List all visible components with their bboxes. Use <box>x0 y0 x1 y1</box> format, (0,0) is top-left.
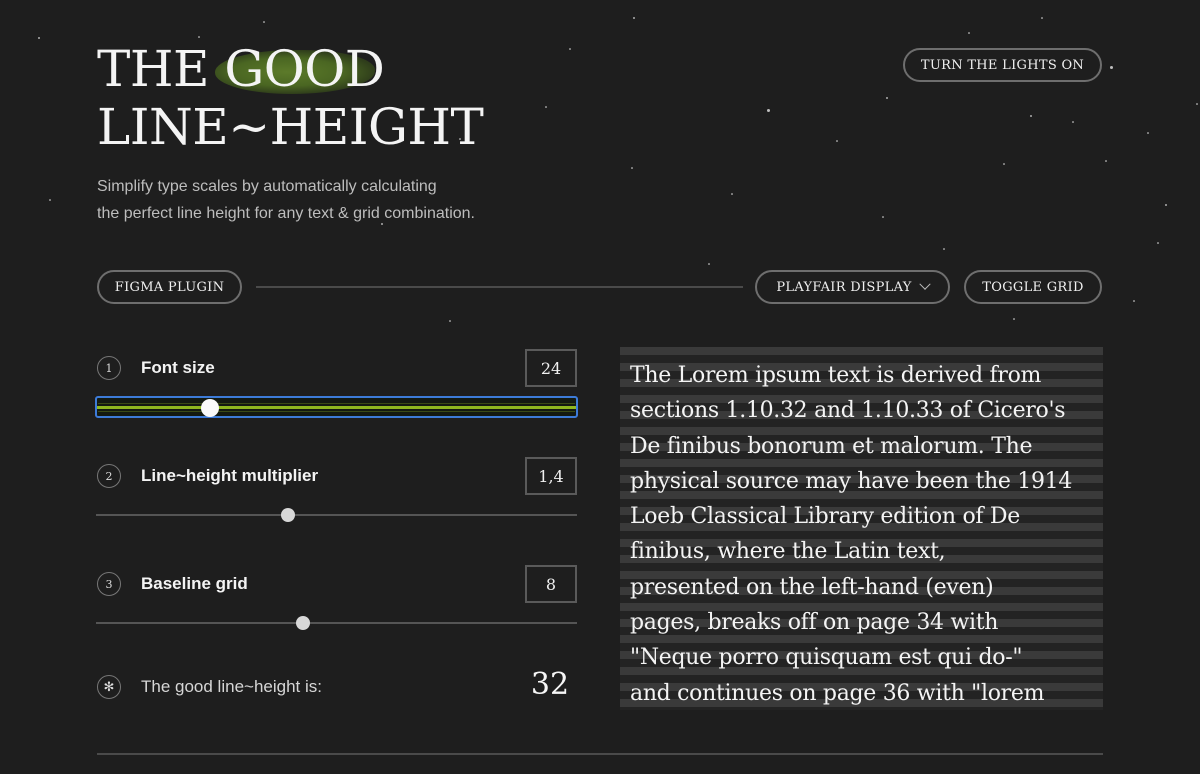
baseline-grid-slider[interactable] <box>96 613 577 633</box>
preview-line: The Lorem ipsum text is derived from <box>630 363 1042 388</box>
preview-line: "Neque porro quisquam est qui do-" <box>630 645 1023 671</box>
figma-plugin-button[interactable]: FIGMA PLUGIN <box>97 270 242 304</box>
footer-divider <box>97 753 1103 755</box>
preview-text: The Lorem ipsum text is derived from sect… <box>630 358 1099 710</box>
subtitle-line-2: the perfect line height for any text & g… <box>97 205 475 222</box>
line-height-multiplier-label: Line~height multiplier <box>141 466 319 485</box>
slider-thumb[interactable] <box>295 616 310 630</box>
preview-line: pages, breaks off on page 34 with <box>630 610 999 636</box>
baseline-grid-label: Baseline grid <box>141 574 248 593</box>
font-family-select[interactable]: PLAYFAIR DISPLAY <box>755 270 950 304</box>
toolbar-divider <box>256 286 743 288</box>
slider-track <box>96 622 577 624</box>
page-title: THE GOOD LINE~HEIGHT <box>97 40 484 156</box>
page-subtitle: Simplify type scales by automatically ca… <box>97 173 617 227</box>
preview-line: sections 1.10.32 and 1.10.33 of Cicero's <box>630 398 1066 424</box>
slider-thumb[interactable] <box>200 399 219 417</box>
line-height-multiplier-input[interactable] <box>525 457 577 495</box>
chevron-down-icon <box>918 278 931 290</box>
preview-line: and continues on page 36 with "lorem <box>630 680 1045 706</box>
step-number-2: 2 <box>97 464 121 488</box>
preview-line: presented on the left-hand (even) <box>630 574 994 600</box>
slider-track <box>96 514 577 516</box>
preview-line: finibus, where the Latin text, <box>630 539 946 565</box>
font-family-select-value: PLAYFAIR DISPLAY <box>776 279 912 295</box>
asterisk-icon: ✻ <box>97 675 121 699</box>
slider-thumb[interactable] <box>281 508 296 522</box>
typography-preview: The Lorem ipsum text is derived from sect… <box>620 347 1103 710</box>
step-number-1: 1 <box>97 356 121 380</box>
font-size-input[interactable] <box>525 349 577 387</box>
turn-lights-on-button[interactable]: TURN THE LIGHTS ON <box>903 48 1102 82</box>
preview-line: De finibus bonorum et malorum. The <box>630 433 1033 459</box>
font-size-label: Font size <box>141 358 215 377</box>
title-line-2: LINE~HEIGHT <box>97 98 484 156</box>
result-value: 32 <box>530 667 570 702</box>
step-number-3: 3 <box>97 572 121 596</box>
toggle-grid-button[interactable]: TOGGLE GRID <box>964 270 1102 304</box>
baseline-grid-input[interactable] <box>525 565 577 603</box>
preview-line: Loeb Classical Library edition of De <box>630 504 1020 530</box>
subtitle-line-1: Simplify type scales by automatically ca… <box>97 178 437 195</box>
slider-track <box>97 406 576 409</box>
title-line-1: THE GOOD <box>97 40 385 98</box>
line-height-multiplier-slider[interactable] <box>96 505 577 525</box>
preview-line: physical source may have been the 1914 <box>630 468 1073 494</box>
font-size-slider[interactable] <box>95 396 578 418</box>
result-label: The good line~height is: <box>141 677 322 696</box>
